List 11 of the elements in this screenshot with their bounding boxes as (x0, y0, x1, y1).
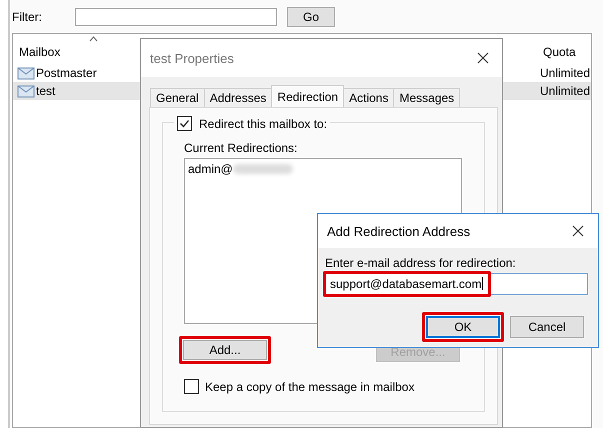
quota-cell: Unlimited (540, 84, 590, 98)
dialog-title: Add Redirection Address (327, 224, 470, 238)
checkbox-label: Keep a copy of the message in mailbox (205, 380, 414, 394)
mailbox-name: test (36, 84, 56, 98)
field-label: Enter e-mail address for redirection: (325, 256, 516, 270)
quota-cell: Unlimited (540, 66, 590, 80)
filter-label: Filter: (11, 10, 43, 24)
field-label: Current Redirections: (184, 141, 298, 155)
dialog-title: test Properties (150, 50, 234, 66)
checkbox-label: Redirect this mailbox to: (199, 116, 328, 130)
mailbox-name: Postmaster (36, 66, 97, 80)
